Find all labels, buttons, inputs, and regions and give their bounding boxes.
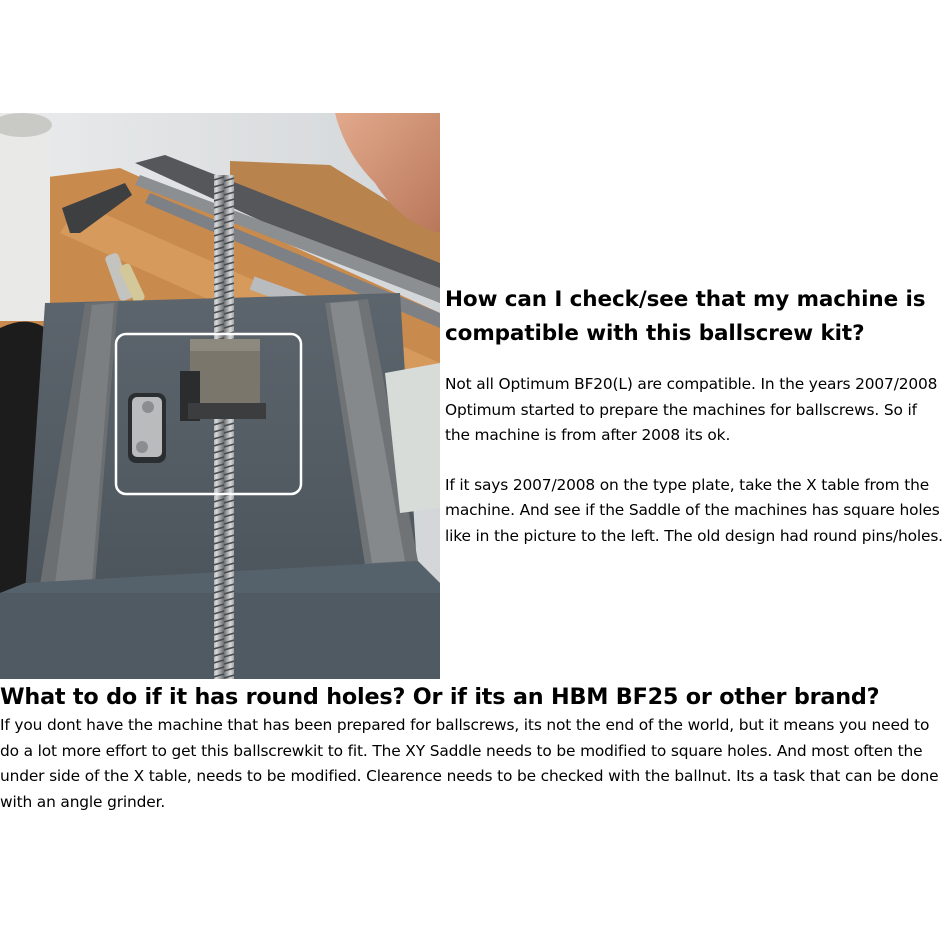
compatibility-paragraph-1: Not all Optimum BF20(L) are compatible. …: [445, 375, 938, 444]
round-holes-paragraph: If you dont have the machine that has be…: [0, 716, 939, 811]
saddle-photo: [0, 113, 440, 679]
round-holes-section: What to do if it has round holes? Or if …: [0, 681, 948, 815]
compatibility-heading: How can I check/see that my machine is c…: [445, 287, 926, 346]
round-holes-heading: What to do if it has round holes? Or if …: [0, 684, 880, 710]
compatibility-paragraph-2: If it says 2007/2008 on the type plate, …: [445, 475, 943, 545]
compatibility-section: How can I check/see that my machine is c…: [445, 283, 945, 549]
